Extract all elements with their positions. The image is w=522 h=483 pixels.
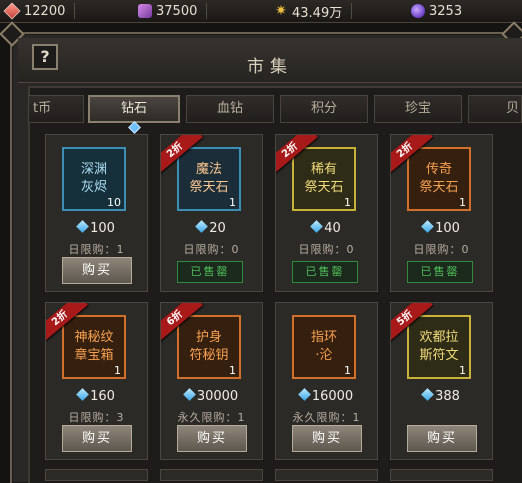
divider <box>351 3 353 19</box>
shop-item-card[interactable] <box>160 469 263 481</box>
resource-bar: 12200 37500 ✷ 43.49万 3253 <box>0 0 522 23</box>
item-icon[interactable]: 神秘纹 章宝箱 1 <box>62 315 126 379</box>
sold-out-badge: 已售罄 <box>407 261 473 283</box>
purple-scroll-icon <box>138 4 152 18</box>
item-name: 稀有 祭天石 <box>304 162 344 195</box>
tab-currency[interactable]: t币 <box>28 95 84 123</box>
item-price: 40 <box>276 220 377 236</box>
red-gem-icon <box>3 2 21 20</box>
purple-orb-icon <box>411 4 425 18</box>
item-name: 深渊 灰烬 <box>80 162 107 195</box>
item-price: 16000 <box>276 388 377 404</box>
resource-gem: 12200 <box>3 0 76 22</box>
shop-item-card[interactable]: 稀有 祭天石 1 2折 40 日限购：0 已售罄 <box>275 134 378 292</box>
tab-more[interactable]: 贝 <box>468 95 522 123</box>
item-icon[interactable]: 稀有 祭天石 1 <box>292 147 356 211</box>
item-icon[interactable]: 深渊 灰烬 10 <box>62 147 126 211</box>
purchase-limit: 永久限购：1 <box>177 411 246 424</box>
item-price: 100 <box>46 220 147 236</box>
item-name: 护身 符秘钥 <box>189 330 229 363</box>
shop-item-card[interactable]: 深渊 灰烬 10 100 日限购：1 购买 <box>45 134 148 292</box>
item-name: 欢都拉 斯符文 <box>419 330 459 363</box>
buy-button[interactable]: 购买 <box>62 257 132 284</box>
resource-value: 12200 <box>24 3 66 19</box>
item-icon[interactable]: 传奇 祭天石 1 <box>407 147 471 211</box>
item-name: 传奇 祭天石 <box>419 162 459 195</box>
item-count: 1 <box>344 196 351 209</box>
tab-blood-diamond[interactable]: 血钻 <box>186 95 274 123</box>
item-name: 魔法 祭天石 <box>189 162 229 195</box>
tab-diamond[interactable]: 钻石 <box>88 95 180 123</box>
diamond-icon <box>76 220 89 233</box>
item-price: 160 <box>46 388 147 404</box>
item-name: 指环 ·沦 <box>310 330 337 363</box>
item-icon[interactable]: 魔法 祭天石 1 <box>177 147 241 211</box>
item-count: 1 <box>229 196 236 209</box>
help-button[interactable]: ? <box>32 44 58 70</box>
sold-out-badge: 已售罄 <box>177 261 243 283</box>
diamond-icon <box>182 388 196 401</box>
resource-value: 3253 <box>429 3 463 19</box>
shop-item-card[interactable] <box>275 469 378 481</box>
purchase-limit: 日限购：1 <box>68 243 125 256</box>
purchase-limit: 日限购：3 <box>68 411 125 424</box>
resource-orb: 3253 <box>411 0 462 22</box>
item-icon[interactable]: 护身 符秘钥 1 <box>177 315 241 379</box>
item-count: 1 <box>344 364 351 377</box>
item-count: 1 <box>229 364 236 377</box>
resource-value: 37500 <box>156 3 198 19</box>
item-count: 1 <box>459 196 466 209</box>
shop-item-card[interactable]: 护身 符秘钥 1 6折 30000 永久限购：1 购买 <box>160 302 263 460</box>
divider <box>74 3 76 19</box>
shop-item-card[interactable]: 魔法 祭天石 1 2折 20 日限购：0 已售罄 <box>160 134 263 292</box>
diamond-icon <box>76 388 89 401</box>
item-price: 20 <box>161 220 262 236</box>
diamond-icon <box>195 220 209 233</box>
buy-button[interactable]: 购买 <box>62 425 132 452</box>
tab-points[interactable]: 积分 <box>280 95 368 123</box>
purchase-limit: 日限购：0 <box>183 243 240 256</box>
buy-button[interactable]: 购买 <box>177 425 247 452</box>
gold-sun-icon: ✷ <box>275 3 287 19</box>
shop-item-card[interactable] <box>45 469 148 481</box>
shop-item-card[interactable]: 传奇 祭天石 1 2折 100 日限购：0 已售罄 <box>390 134 493 292</box>
purchase-limit: 日限购：0 <box>413 243 470 256</box>
diamond-icon <box>310 220 324 233</box>
item-count: 10 <box>107 196 121 209</box>
purchase-limit: 日限购：0 <box>298 243 355 256</box>
diamond-icon <box>421 388 434 401</box>
purchase-limit: 永久限购：1 <box>292 411 361 424</box>
item-icon[interactable]: 欢都拉 斯符文 1 <box>407 315 471 379</box>
item-count: 1 <box>114 364 121 377</box>
item-name: 神秘纹 章宝箱 <box>74 330 114 363</box>
page-title: 市集 <box>247 57 293 77</box>
item-icon[interactable]: 指环 ·沦 1 <box>292 315 356 379</box>
item-price: 30000 <box>161 388 262 404</box>
diamond-icon <box>421 220 434 233</box>
item-price: 100 <box>391 220 492 236</box>
resource-value: 43.49万 <box>292 5 343 21</box>
shop-item-card[interactable]: 神秘纹 章宝箱 1 2折 160 日限购：3 购买 <box>45 302 148 460</box>
resource-gold: ✷ 43.49万 <box>274 0 353 22</box>
resource-scroll: 37500 <box>138 0 208 22</box>
shop-item-card[interactable]: 指环 ·沦 1 16000 永久限购：1 购买 <box>275 302 378 460</box>
tab-treasure[interactable]: 珍宝 <box>374 95 462 123</box>
shop-item-card[interactable] <box>390 469 493 481</box>
buy-button[interactable]: 购买 <box>292 425 362 452</box>
sold-out-badge: 已售罄 <box>292 261 358 283</box>
diamond-icon <box>297 388 311 401</box>
item-price: 388 <box>391 388 492 404</box>
buy-button[interactable]: 购买 <box>407 425 477 452</box>
shop-item-card[interactable]: 欢都拉 斯符文 1 5折 388 购买 <box>390 302 493 460</box>
item-count: 1 <box>459 364 466 377</box>
divider <box>206 3 208 19</box>
